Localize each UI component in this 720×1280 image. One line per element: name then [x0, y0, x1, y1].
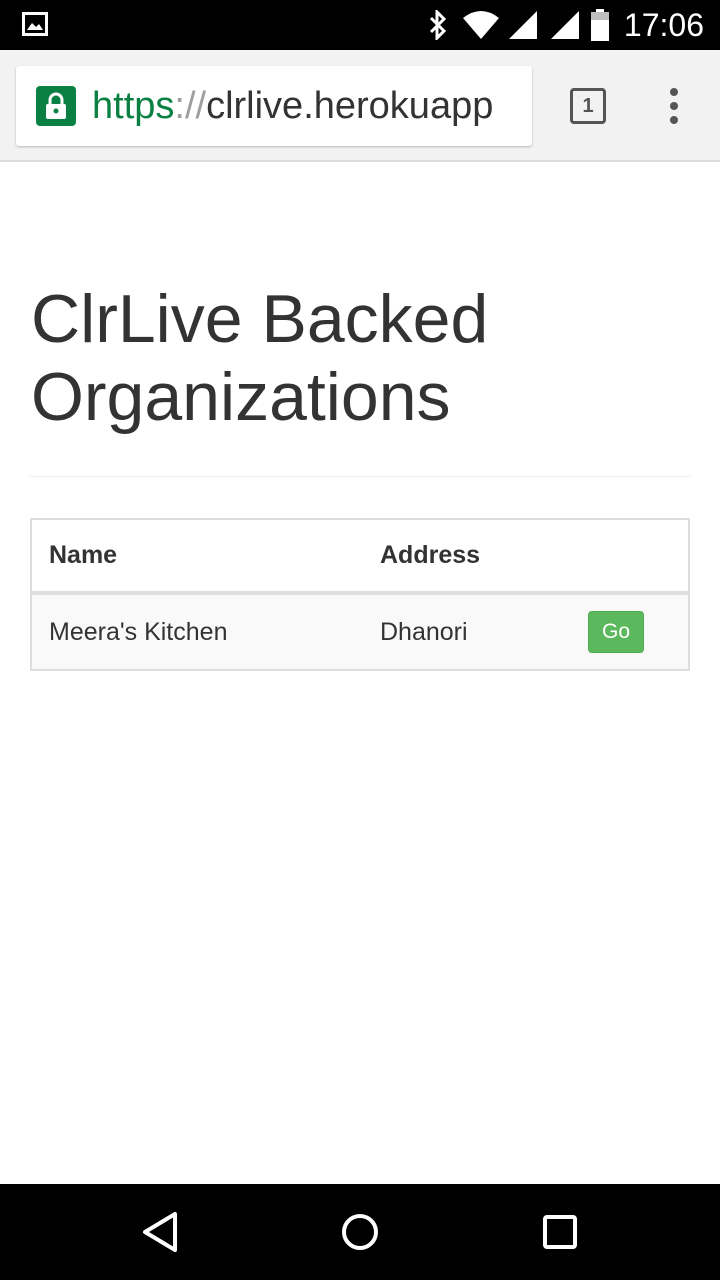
home-icon[interactable]	[334, 1206, 386, 1258]
organizations-table: Name Address Meera's Kitchen Dhanori Go	[30, 518, 690, 671]
column-header-action	[559, 519, 689, 595]
bluetooth-icon	[428, 0, 448, 50]
tab-count: 1	[582, 94, 594, 117]
org-name-cell: Meera's Kitchen	[31, 593, 363, 670]
recents-icon[interactable]	[534, 1206, 586, 1258]
column-header-name: Name	[31, 519, 363, 595]
title-divider	[30, 476, 690, 477]
back-icon[interactable]	[134, 1206, 186, 1258]
table-header-row: Name Address	[31, 519, 689, 595]
go-button[interactable]: Go	[588, 611, 645, 653]
url-host: clrlive.herokuapp	[206, 85, 494, 127]
url-bar[interactable]: https://clrlive.herokuapp	[16, 66, 532, 146]
status-bar: 17:06	[0, 0, 720, 50]
org-address-cell: Dhanori	[363, 593, 559, 670]
column-header-address: Address	[363, 519, 559, 595]
navigation-bar	[0, 1184, 720, 1280]
page-title: ClrLive Backed Organizations	[31, 281, 489, 435]
org-action-cell: Go	[559, 593, 689, 670]
table-row: Meera's Kitchen Dhanori Go	[31, 593, 689, 670]
image-notification-icon	[22, 12, 48, 36]
signal-icon	[508, 0, 538, 50]
status-clock: 17:06	[623, 7, 704, 43]
url-text[interactable]: https://clrlive.herokuapp	[92, 66, 493, 146]
url-separator: ://	[174, 85, 207, 127]
system-icons: 17:06	[428, 0, 720, 50]
battery-icon	[590, 0, 610, 50]
signal-icon	[550, 0, 580, 50]
url-scheme: https	[92, 85, 175, 127]
browser-toolbar: https://clrlive.herokuapp 1	[0, 50, 720, 162]
tab-switcher-button[interactable]: 1	[570, 88, 606, 124]
overflow-menu-icon[interactable]	[656, 84, 692, 128]
wifi-icon	[462, 0, 500, 50]
lock-icon[interactable]	[36, 86, 76, 126]
